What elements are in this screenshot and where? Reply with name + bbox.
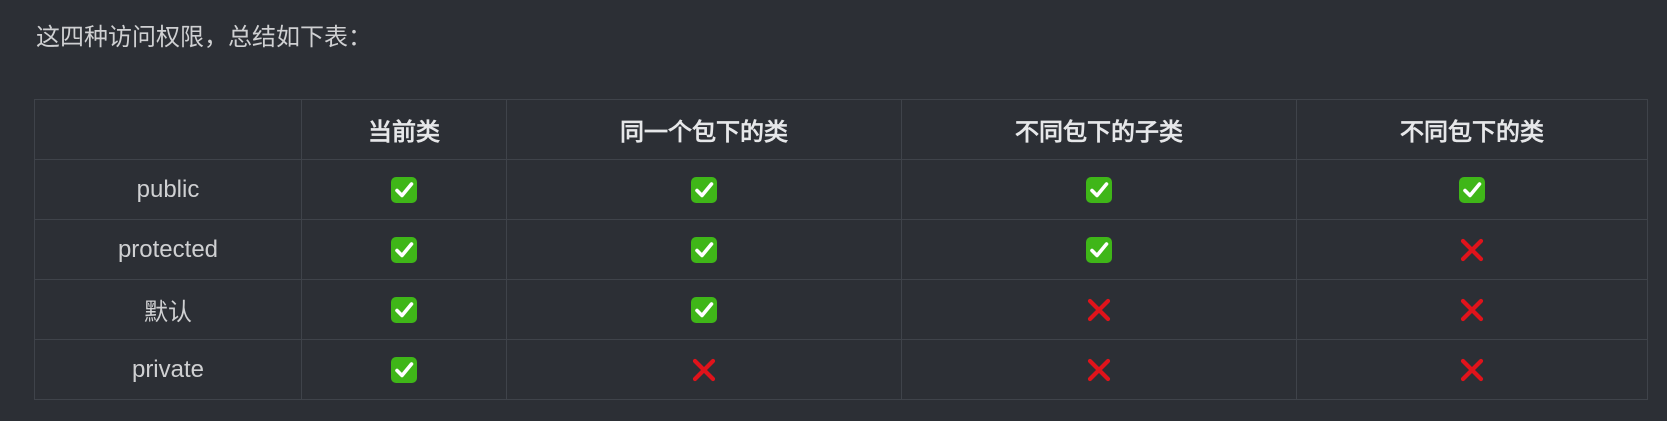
check-mark-button-icon [1458, 176, 1486, 204]
access-cell [901, 279, 1297, 340]
header-cell-other-package: 不同包下的类 [1296, 99, 1648, 160]
table-row: 默认 [34, 279, 1648, 340]
cross-mark-icon [1458, 236, 1486, 264]
cross-mark-icon [690, 356, 718, 384]
cross-mark-icon [1085, 356, 1113, 384]
check-mark-button-icon [390, 296, 418, 324]
row-label-private: private [34, 339, 302, 400]
table-row: private [34, 339, 1648, 400]
access-cell [506, 339, 902, 400]
header-cell-empty [34, 99, 302, 160]
check-mark-button-icon [1085, 236, 1113, 264]
table-header-row: 当前类 同一个包下的类 不同包下的子类 不同包下的类 [34, 99, 1648, 160]
access-cell [1296, 279, 1648, 340]
row-label-protected: protected [34, 219, 302, 280]
row-label-default: 默认 [34, 279, 302, 340]
access-cell [301, 219, 507, 280]
check-mark-button-icon [690, 236, 718, 264]
table-row: protected [34, 219, 1648, 280]
header-cell-current-class: 当前类 [301, 99, 507, 160]
header-cell-same-package: 同一个包下的类 [506, 99, 902, 160]
access-cell [1296, 339, 1648, 400]
access-cell [1296, 219, 1648, 280]
cross-mark-icon [1085, 296, 1113, 324]
table-row: public [34, 159, 1648, 220]
intro-paragraph: 这四种访问权限，总结如下表： [36, 24, 372, 51]
check-mark-button-icon [690, 176, 718, 204]
header-cell-subclass-other-package: 不同包下的子类 [901, 99, 1297, 160]
cross-mark-icon [1458, 356, 1486, 384]
check-mark-button-icon [390, 236, 418, 264]
access-cell [1296, 159, 1648, 220]
access-cell [901, 339, 1297, 400]
access-cell [901, 219, 1297, 280]
check-mark-button-icon [690, 296, 718, 324]
check-mark-button-icon [390, 356, 418, 384]
access-cell [301, 339, 507, 400]
row-label-public: public [34, 159, 302, 220]
cross-mark-icon [1458, 296, 1486, 324]
table-body: public protected 默认 private [34, 159, 1648, 400]
access-cell [506, 219, 902, 280]
access-cell [901, 159, 1297, 220]
access-cell [301, 159, 507, 220]
access-cell [301, 279, 507, 340]
access-cell [506, 279, 902, 340]
access-cell [506, 159, 902, 220]
check-mark-button-icon [1085, 176, 1113, 204]
document-page: 这四种访问权限，总结如下表： 当前类 同一个包下的类 不同包下的子类 不同包下的… [0, 0, 1667, 421]
check-mark-button-icon [390, 176, 418, 204]
access-modifier-table: 当前类 同一个包下的类 不同包下的子类 不同包下的类 public protec… [34, 99, 1648, 400]
